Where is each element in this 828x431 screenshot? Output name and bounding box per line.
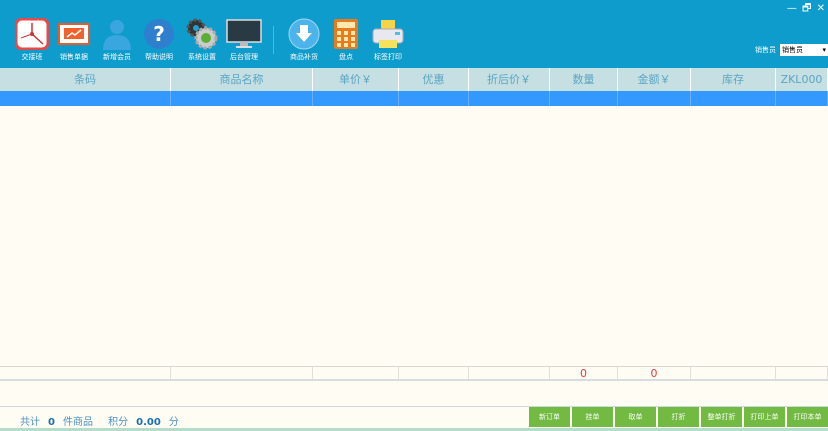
seller-label: 销售员 xyxy=(755,46,776,54)
points-label: 积分 xyxy=(108,417,129,428)
points-unit: 分 xyxy=(168,417,179,428)
retrieve-order-button[interactable]: 取单 xyxy=(615,407,656,427)
discount-button[interactable]: 打折 xyxy=(658,407,699,427)
toolbar-button-sales-docs[interactable]: 销售单据 xyxy=(52,18,96,62)
chevron-down-icon: ▾ xyxy=(822,46,826,54)
column-header-stock[interactable]: 库存 xyxy=(691,68,776,91)
total-stock xyxy=(691,367,776,379)
new-order-button[interactable]: 新订单 xyxy=(529,407,570,427)
window-controls: — 🗗 ✕ xyxy=(787,1,826,18)
calculator-icon xyxy=(328,18,364,50)
cell-discounted-price xyxy=(469,91,550,106)
cell-quantity xyxy=(550,91,618,106)
toolbar: — 🗗 ✕ 交接班 销售单据 新增会员 ? 帮助说明 系统设置 后台管理 商品补… xyxy=(0,0,828,68)
toolbar-button-restock[interactable]: 商品补货 xyxy=(282,18,326,62)
toolbar-button-admin[interactable]: 后台管理 xyxy=(222,18,266,62)
toolbar-divider xyxy=(273,26,274,54)
total-quantity: 0 xyxy=(550,367,618,380)
help-icon: ? xyxy=(141,18,177,50)
total-amount: 0 xyxy=(618,367,691,380)
svg-text:?: ? xyxy=(153,22,165,46)
column-header-product-name[interactable]: 商品名称 xyxy=(171,68,313,91)
close-button[interactable]: ✕ xyxy=(817,3,826,14)
column-header-barcode[interactable]: 条码 xyxy=(0,68,171,91)
cell-unit-price xyxy=(313,91,399,106)
user-icon xyxy=(99,18,135,50)
cell-discount xyxy=(399,91,469,106)
toolbar-button-settings[interactable]: 系统设置 xyxy=(180,18,224,62)
item-count: 0 xyxy=(48,417,55,428)
seller-selector: 销售员 销售员 ▾ xyxy=(755,44,828,56)
summary: 共计 0 件商品 积分 0.00 分 xyxy=(20,413,179,428)
column-header-unit-price[interactable]: 单价￥ xyxy=(313,68,399,91)
table-row-selected[interactable] xyxy=(0,91,828,106)
points-value: 0.00 xyxy=(136,417,161,428)
total-zkl xyxy=(776,367,828,379)
total-barcode xyxy=(0,367,171,379)
column-header-discount[interactable]: 优惠 xyxy=(399,68,469,91)
totals-row: 00 xyxy=(0,366,828,381)
total-unit-price xyxy=(313,367,399,379)
total-discount xyxy=(399,367,469,379)
minimize-button[interactable]: — xyxy=(787,3,798,14)
cell-barcode xyxy=(0,91,171,106)
seller-value: 销售员 xyxy=(782,46,803,54)
column-header-quantity[interactable]: 数量 xyxy=(550,68,618,91)
toolbar-button-label-print[interactable]: 标签打印 xyxy=(366,18,410,62)
sales-chart-icon xyxy=(56,18,92,50)
cell-stock xyxy=(691,91,776,106)
printer-icon xyxy=(370,18,406,50)
column-header-amount[interactable]: 金额￥ xyxy=(618,68,691,91)
action-buttons: 新订单 挂单 取单 打折 整单打折 打印上单 打印本单 xyxy=(527,407,828,427)
monitor-icon xyxy=(226,18,262,50)
column-header-discounted-price[interactable]: 折后价￥ xyxy=(469,68,550,91)
cell-amount xyxy=(618,91,691,106)
hold-order-button[interactable]: 挂单 xyxy=(572,407,613,427)
total-discounted-price xyxy=(469,367,550,379)
toolbar-button-help[interactable]: ? 帮助说明 xyxy=(137,18,181,62)
items-label: 件商品 xyxy=(62,417,93,428)
cell-product-name xyxy=(171,91,313,106)
order-discount-button[interactable]: 整单打折 xyxy=(701,407,742,427)
toolbar-button-stocktake[interactable]: 盘点 xyxy=(324,18,368,62)
print-current-button[interactable]: 打印本单 xyxy=(787,407,828,427)
table-header: 条码 商品名称 单价￥ 优惠 折后价￥ 数量 金额￥ 库存 ZKL000 xyxy=(0,68,828,91)
print-last-button[interactable]: 打印上单 xyxy=(744,407,785,427)
gear-icon xyxy=(184,18,220,50)
seller-select[interactable]: 销售员 ▾ xyxy=(780,44,828,56)
clock-icon xyxy=(14,18,50,50)
column-header-zkl[interactable]: ZKL000 xyxy=(776,68,828,91)
toolbar-button-shift[interactable]: 交接班 xyxy=(10,18,54,62)
cell-zkl xyxy=(776,91,828,106)
total-product-name xyxy=(171,367,313,379)
download-icon xyxy=(286,18,322,50)
total-label: 共计 xyxy=(20,417,40,428)
toolbar-button-new-member[interactable]: 新增会员 xyxy=(95,18,139,62)
footer: 共计 0 件商品 积分 0.00 分 新订单 挂单 取单 打折 整单打折 打印上单 打印本单 xyxy=(0,406,828,431)
restore-button[interactable]: 🗗 xyxy=(802,3,812,14)
